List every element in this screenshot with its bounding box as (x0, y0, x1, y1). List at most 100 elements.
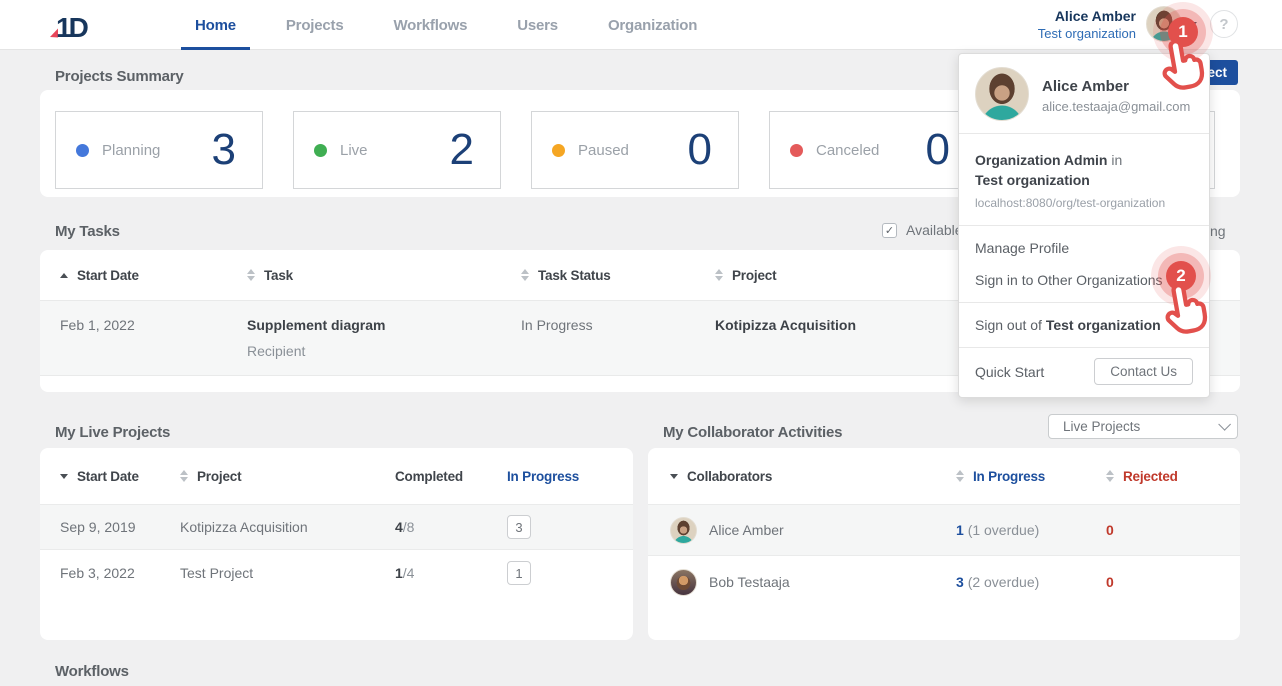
projects-summary-title: Projects Summary (55, 68, 184, 85)
collaborator-name: Bob Testaaja (709, 574, 790, 590)
in-progress-cell: 3 (507, 515, 613, 539)
quick-start-label[interactable]: Quick Start (975, 364, 1044, 380)
column-header-collaborators[interactable]: Collaborators (670, 469, 956, 484)
organization-url: localhost:8080/org/test-organization (975, 193, 1193, 213)
collaborator-cell: Alice Amber (670, 517, 956, 544)
task-cell: Supplement diagram Recipient (247, 317, 521, 361)
table-row[interactable]: Alice Amber 1 (1 overdue) 0 (648, 504, 1240, 556)
available-filter[interactable]: Available (882, 222, 963, 238)
status-card-value: 3 (212, 128, 236, 172)
paused-status-dot-icon (552, 144, 565, 157)
column-header-project[interactable]: Project (180, 469, 395, 484)
app-logo-icon[interactable]: 1D (44, 8, 94, 49)
task-role: Recipient (247, 343, 521, 359)
contact-us-button[interactable]: Contact Us (1094, 358, 1193, 385)
task-name: Supplement diagram (247, 317, 385, 333)
live-projects-header-row: Start Date Project Completed In Progress (40, 448, 633, 504)
sort-asc-icon[interactable] (60, 273, 68, 278)
avatar (670, 517, 697, 544)
status-card-value: 2 (450, 128, 474, 172)
nav-item-projects[interactable]: Projects (272, 0, 358, 50)
column-header-task[interactable]: Task (247, 268, 521, 283)
top-navigation-bar: 1D Home Projects Workflows Users Organiz… (0, 0, 1282, 50)
avatar (670, 569, 697, 596)
collaborator-name: Alice Amber (709, 522, 784, 538)
status-card-label: Paused (578, 142, 629, 159)
rejected-cell: 0 (1106, 522, 1218, 538)
project-name: Test Project (180, 565, 395, 581)
profile-organization: Test organization (975, 170, 1193, 190)
available-checkbox-label: Available (906, 222, 963, 238)
my-live-projects-table: Start Date Project Completed In Progress… (40, 448, 633, 640)
status-card-canceled[interactable]: Canceled 0 (769, 111, 977, 189)
sort-icon[interactable] (180, 470, 188, 482)
collaborators-header-row: Collaborators In Progress Rejected (648, 448, 1240, 504)
profile-role-line: Organization Admin in (975, 150, 1193, 170)
projects-filter-select[interactable]: Live Projects (1048, 414, 1238, 439)
project-name: Kotipizza Acquisition (180, 519, 395, 535)
column-header-in-progress[interactable]: In Progress (956, 469, 1106, 484)
quick-start-row: Quick Start Contact Us (959, 348, 1209, 397)
main-nav: Home Projects Workflows Users Organizati… (181, 0, 733, 50)
in-progress-count-button[interactable]: 1 (507, 561, 531, 585)
live-status-dot-icon (314, 144, 327, 157)
in-progress-cell: 1 (1 overdue) (956, 522, 1106, 538)
in-progress-count-button[interactable]: 3 (507, 515, 531, 539)
help-button[interactable]: ? (1210, 10, 1238, 38)
sort-desc-icon[interactable] (60, 474, 68, 479)
completed-cell: 1/4 (395, 565, 507, 581)
workflows-title: Workflows (55, 663, 129, 680)
pointer-hand-cursor-icon (1157, 280, 1214, 343)
sort-icon[interactable] (1106, 470, 1114, 482)
nav-item-home[interactable]: Home (181, 0, 250, 50)
user-chip[interactable]: Alice Amber Test organization (1038, 7, 1136, 43)
my-tasks-title: My Tasks (55, 223, 120, 240)
status-card-planning[interactable]: Planning 3 (55, 111, 263, 189)
avatar (975, 67, 1029, 121)
collaborator-activities-table: Collaborators In Progress Rejected Alice… (648, 448, 1240, 640)
column-header-in-progress[interactable]: In Progress (507, 469, 613, 484)
status-card-paused[interactable]: Paused 0 (531, 111, 739, 189)
svg-text:1D: 1D (56, 12, 89, 43)
nav-item-organization[interactable]: Organization (594, 0, 711, 50)
profile-dropdown-menu: Alice Amber alice.testaaja@gmail.com Org… (958, 53, 1210, 398)
in-progress-cell: 3 (2 overdue) (956, 574, 1106, 590)
status-card-live[interactable]: Live 2 (293, 111, 501, 189)
rejected-cell: 0 (1106, 574, 1218, 590)
nav-item-workflows[interactable]: Workflows (379, 0, 481, 50)
column-header-start-date[interactable]: Start Date (60, 268, 247, 283)
in-progress-cell: 1 (507, 561, 613, 585)
status-card-value: 0 (926, 128, 950, 172)
sort-desc-icon[interactable] (670, 474, 678, 479)
status-card-label: Planning (102, 142, 160, 159)
sort-icon[interactable] (956, 470, 964, 482)
profile-email: alice.testaaja@gmail.com (1042, 99, 1190, 114)
column-header-start-date[interactable]: Start Date (60, 469, 180, 484)
sort-icon[interactable] (247, 269, 255, 281)
menu-item-manage-profile[interactable]: Manage Profile (959, 232, 1209, 264)
sort-icon[interactable] (715, 269, 723, 281)
sort-icon[interactable] (521, 269, 529, 281)
available-checkbox[interactable] (882, 223, 897, 238)
user-organization: Test organization (1038, 25, 1136, 43)
dashboard-screen: { "topbar": { "logo": "1D", "nav": { "it… (0, 0, 1282, 686)
canceled-status-dot-icon (790, 144, 803, 157)
project-start-date: Feb 3, 2022 (60, 565, 180, 581)
collaborator-cell: Bob Testaaja (670, 569, 956, 596)
nav-item-users[interactable]: Users (503, 0, 572, 50)
profile-role-block: Organization Admin in Test organization … (959, 134, 1209, 225)
my-collaborator-activities-title: My Collaborator Activities (663, 424, 842, 441)
table-row[interactable]: Bob Testaaja 3 (2 overdue) 0 (648, 556, 1240, 608)
task-start-date: Feb 1, 2022 (60, 317, 247, 361)
chevron-down-icon (1218, 418, 1231, 431)
table-row[interactable]: Sep 9, 2019 Kotipizza Acquisition 4/8 3 (40, 504, 633, 550)
project-start-date: Sep 9, 2019 (60, 519, 180, 535)
status-card-value: 0 (688, 128, 712, 172)
column-header-completed[interactable]: Completed (395, 469, 507, 484)
completed-cell: 4/8 (395, 519, 507, 535)
table-row[interactable]: Feb 3, 2022 Test Project 1/4 1 (40, 550, 633, 596)
column-header-task-status[interactable]: Task Status (521, 268, 715, 283)
task-status: In Progress (521, 317, 715, 361)
my-live-projects-title: My Live Projects (55, 424, 170, 441)
column-header-rejected[interactable]: Rejected (1106, 469, 1218, 484)
